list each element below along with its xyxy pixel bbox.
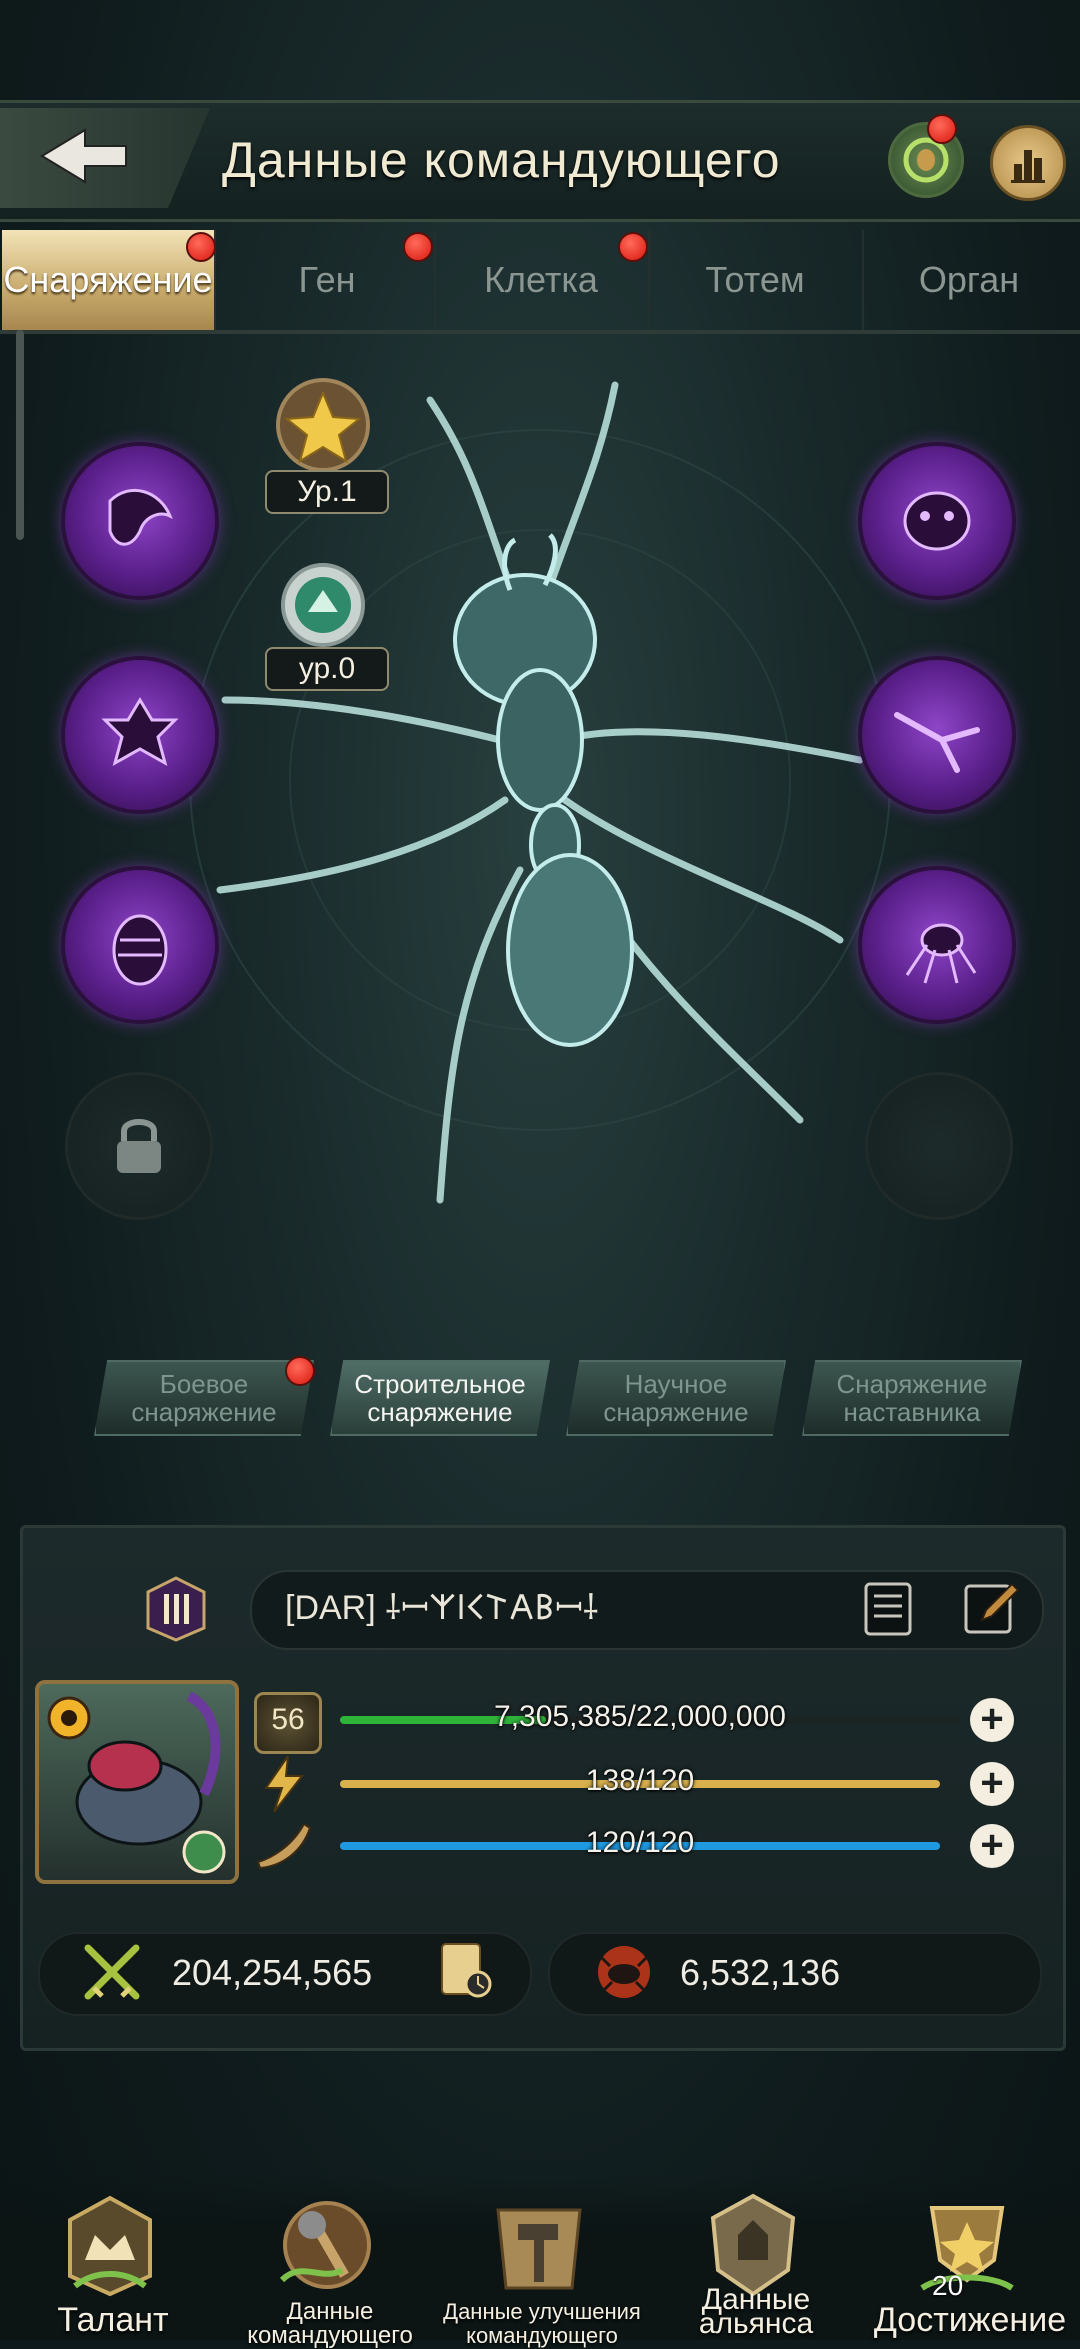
nav-commander-upgrade[interactable]: Данные улучшения командующего <box>434 2180 641 2348</box>
tab-cell-alert <box>618 232 648 262</box>
notes-icon[interactable] <box>858 1578 918 1638</box>
subtab-mentor-gear[interactable]: Снаряжение наставника <box>802 1360 1022 1436</box>
scrollbar[interactable] <box>16 330 24 540</box>
bar-chart-icon <box>1011 150 1045 183</box>
abdomen-armor-icon <box>112 914 168 986</box>
add-xp-button[interactable]: + <box>970 1698 1014 1742</box>
tab-bar: Снаряжение Ген Клетка Тотем Орган <box>0 230 1080 330</box>
badge-level-0[interactable]: ур.0 <box>265 647 389 691</box>
stats-button[interactable] <box>990 125 1066 201</box>
horn-icon <box>256 1822 312 1870</box>
equipment-slot-empty[interactable] <box>868 1075 1010 1217</box>
subtab-combat-gear[interactable]: Боевое снаряжение <box>94 1360 314 1436</box>
nav-achievement[interactable]: 20 Достижение <box>862 2180 1066 2340</box>
equipment-slot-head[interactable] <box>862 446 1012 596</box>
lock-icon <box>117 1119 161 1173</box>
ant-head-icon <box>903 491 971 551</box>
nav-commander-data-label: Данные командующего <box>247 2298 413 2349</box>
tab-divider <box>0 330 1080 334</box>
equipment-slot-abdomen[interactable] <box>65 870 215 1020</box>
rank-star-badge-icon <box>276 378 370 472</box>
spiked-shell-icon <box>101 697 179 767</box>
tab-gene-alert <box>403 232 433 262</box>
equipment-slot-legs[interactable] <box>862 660 1012 810</box>
subtab-research-gear[interactable]: Научное снаряжение <box>566 1360 786 1436</box>
nav-talent[interactable]: Талант <box>5 2180 205 2340</box>
hammer-scroll-icon <box>496 2208 582 2290</box>
equipment-slot-spider[interactable] <box>862 870 1012 1020</box>
add-energy-button[interactable]: + <box>970 1762 1014 1806</box>
page-title: Данные командующего <box>222 132 781 188</box>
trophy-icon <box>920 2206 1014 2291</box>
commander-name: [DAR] ⸸ꟷ𐌙𐌉𐌂𐌕𐌀𐌁ꟷ⸸ <box>285 1589 599 1627</box>
subtab-combat-alert <box>285 1356 315 1386</box>
tab-equipment[interactable]: Снаряжение <box>2 230 216 330</box>
commander-tools-icon <box>279 2201 371 2289</box>
mandible-icon <box>108 488 173 546</box>
nav-talent-label: Талант <box>57 2301 169 2339</box>
ant-warrior-portrait <box>47 1691 226 1874</box>
energy-value: 138/120 <box>585 1764 695 1797</box>
talent-crown-icon <box>68 2195 152 2297</box>
stamina-value: 120/120 <box>585 1826 695 1859</box>
commander-avatar[interactable] <box>35 1680 239 1884</box>
tab-organ[interactable]: Орган <box>862 230 1076 330</box>
equipment-slot-thorax[interactable] <box>65 660 215 810</box>
back-arrow-icon <box>40 128 127 184</box>
alert-dot <box>927 114 957 144</box>
level-badge: 56 <box>254 1692 322 1754</box>
add-stamina-button[interactable]: + <box>970 1824 1014 1868</box>
tab-totem[interactable]: Тотем <box>648 230 864 330</box>
scroll-clock-icon[interactable] <box>432 1938 496 2002</box>
tab-equipment-alert <box>186 232 216 262</box>
nav-commander-data[interactable]: Данные командующего <box>222 2180 422 2348</box>
equipment-slot-locked[interactable] <box>68 1075 210 1217</box>
badge-level-1[interactable]: Ур.1 <box>265 470 389 514</box>
kills-value: 6,532,136 <box>680 1952 841 1993</box>
fallen-ant-icon <box>598 1946 650 1998</box>
lightning-icon <box>264 1755 305 1813</box>
nav-achievement-label: Достижение <box>873 2301 1067 2339</box>
edit-icon[interactable] <box>960 1576 1024 1640</box>
xp-value: 7,305,385/22,000,000 <box>494 1700 786 1733</box>
subtab-building-gear[interactable]: Строительное снаряжение <box>330 1360 550 1436</box>
equipment-slot-jaw[interactable] <box>65 446 215 596</box>
crossed-swords-icon <box>84 1944 140 2000</box>
nav-alliance-data[interactable]: Данные альянса <box>648 2180 848 2340</box>
silver-emblem-icon <box>281 563 365 647</box>
rank-emblem-icon <box>146 1576 206 1642</box>
nav-alliance-data-label: Данные альянса <box>698 2283 814 2340</box>
nav-commander-upgrade-label: Данные улучшения командующего <box>443 2299 641 2348</box>
power-value: 204,254,565 <box>172 1952 373 1993</box>
ant-leg-icon <box>894 712 980 773</box>
equipment-stage: Ур.1 ур.0 <box>0 340 1080 1290</box>
spider-icon <box>905 923 977 984</box>
achievement-count: 20 <box>932 2270 964 2301</box>
